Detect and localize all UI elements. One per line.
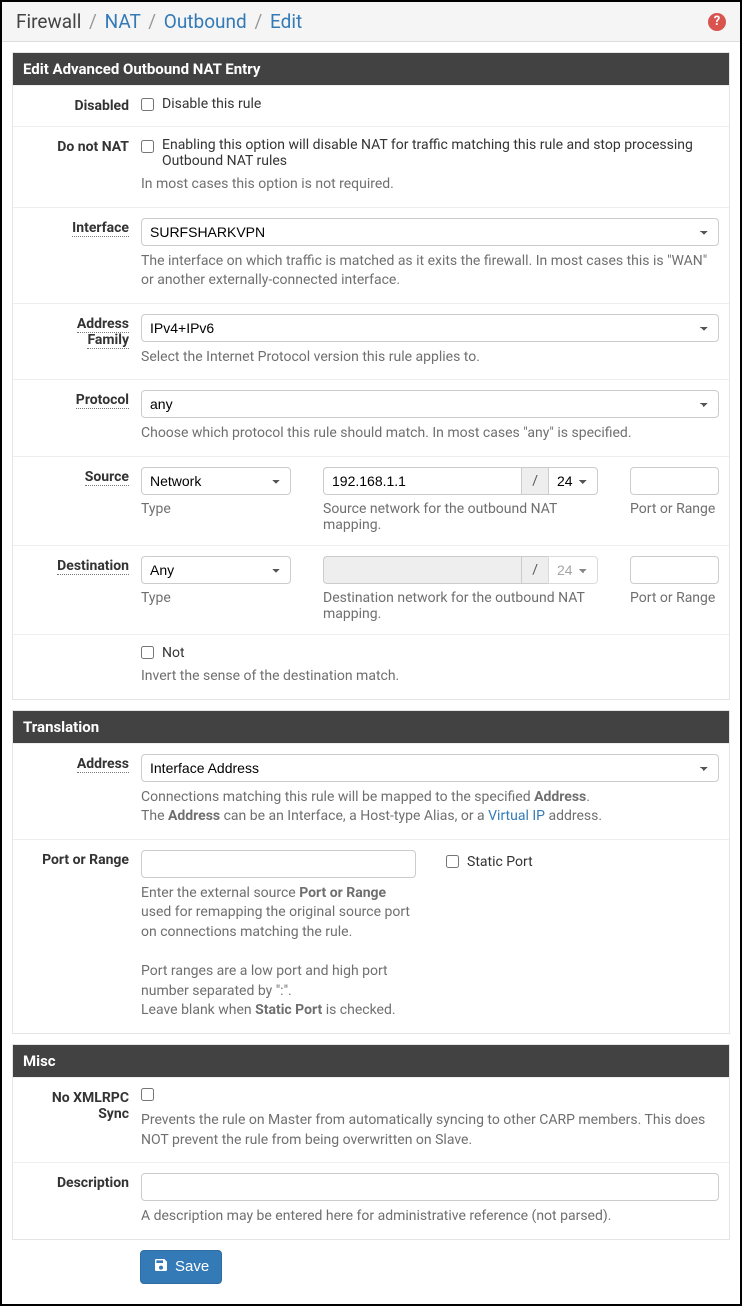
dest-ip-input — [323, 556, 521, 584]
trans-port-input[interactable] — [141, 850, 416, 878]
save-button-label: Save — [175, 1258, 209, 1275]
interface-help: The interface on which traffic is matche… — [141, 252, 719, 291]
source-label: Source — [85, 469, 129, 486]
panel-heading: Misc — [13, 1045, 729, 1077]
trans-address-help: Connections matching this rule will be m… — [141, 788, 719, 827]
dest-not-help: Invert the sense of the destination matc… — [141, 667, 719, 687]
noxml-label2: Sync — [98, 1106, 129, 1122]
panel-edit-nat: Edit Advanced Outbound NAT Entry Disable… — [12, 52, 730, 700]
breadcrumb-sep: / — [89, 10, 97, 33]
static-port-checkbox[interactable] — [446, 855, 459, 868]
dest-mask-sep: / — [521, 556, 548, 584]
description-help: A description may be entered here for ad… — [141, 1207, 719, 1227]
noxml-help: Prevents the rule on Master from automat… — [141, 1111, 719, 1150]
description-input[interactable] — [141, 1173, 719, 1201]
trans-port-help: Enter the external source Port or Range … — [141, 884, 719, 1021]
source-ip-input[interactable] — [323, 467, 521, 495]
dest-port-input[interactable] — [630, 556, 719, 584]
panel-misc: Misc No XMLRPC Sync Prevents the rule on… — [12, 1044, 730, 1240]
help-icon[interactable]: ? — [708, 13, 726, 31]
dest-type-sub: Type — [141, 590, 291, 606]
static-port-label: Static Port — [467, 854, 533, 870]
page-header: Firewall / NAT / Outbound / Edit ? — [2, 2, 740, 42]
addrfamily-label1: Address — [77, 316, 129, 333]
addrfamily-select[interactable]: IPv4+IPv6 — [141, 314, 719, 342]
breadcrumb-root: Firewall — [16, 10, 81, 33]
protocol-label: Protocol — [76, 392, 129, 409]
trans-port-label: Port or Range — [42, 852, 129, 868]
donotnat-text: Enabling this option will disable NAT fo… — [162, 137, 719, 169]
donotnat-help: In most cases this option is not require… — [141, 175, 719, 195]
disabled-text: Disable this rule — [162, 96, 261, 112]
addrfamily-help: Select the Internet Protocol version thi… — [141, 348, 719, 368]
interface-select[interactable]: SURFSHARKVPN — [141, 218, 719, 246]
source-net-sub: Source network for the outbound NAT mapp… — [323, 501, 598, 533]
panel-heading: Edit Advanced Outbound NAT Entry — [13, 53, 729, 85]
breadcrumb-nat[interactable]: NAT — [105, 10, 141, 33]
protocol-help: Choose which protocol this rule should m… — [141, 424, 719, 444]
donotnat-checkbox[interactable] — [141, 140, 154, 153]
source-type-sub: Type — [141, 501, 291, 517]
disabled-checkbox[interactable] — [141, 98, 154, 111]
dest-port-sub: Port or Range — [630, 590, 719, 606]
dest-net-sub: Destination network for the outbound NAT… — [323, 590, 598, 622]
dest-not-text: Not — [162, 645, 185, 661]
breadcrumb-outbound[interactable]: Outbound — [164, 10, 247, 33]
noxml-label1: No XMLRPC — [52, 1090, 129, 1106]
source-port-sub: Port or Range — [630, 501, 719, 517]
disabled-label: Disabled — [74, 98, 129, 114]
noxml-checkbox[interactable] — [141, 1088, 154, 1101]
dest-type-select[interactable]: Any — [141, 556, 291, 584]
dest-mask-select: 24 — [548, 556, 598, 584]
breadcrumb-sep: / — [148, 10, 156, 33]
save-icon — [153, 1257, 169, 1277]
source-port-input[interactable] — [630, 467, 719, 495]
breadcrumb-edit[interactable]: Edit — [270, 10, 302, 33]
save-button[interactable]: Save — [140, 1250, 222, 1284]
donotnat-label: Do not NAT — [57, 139, 129, 155]
addrfamily-label2: Family — [87, 332, 129, 349]
panel-translation: Translation Address Interface Address Co… — [12, 710, 730, 1034]
description-label: Description — [57, 1175, 129, 1191]
dest-not-checkbox[interactable] — [141, 646, 154, 659]
breadcrumb-sep: / — [254, 10, 262, 33]
virtual-ip-link[interactable]: Virtual IP — [488, 808, 545, 824]
source-mask-sep: / — [521, 467, 548, 495]
protocol-select[interactable]: any — [141, 390, 719, 418]
interface-label: Interface — [72, 220, 129, 237]
destination-label: Destination — [57, 558, 129, 575]
trans-address-select[interactable]: Interface Address — [141, 754, 719, 782]
breadcrumb: Firewall / NAT / Outbound / Edit — [16, 10, 302, 33]
source-mask-select[interactable]: 24 — [548, 467, 598, 495]
panel-heading: Translation — [13, 711, 729, 743]
source-type-select[interactable]: Network — [141, 467, 291, 495]
trans-address-label: Address — [77, 756, 129, 773]
